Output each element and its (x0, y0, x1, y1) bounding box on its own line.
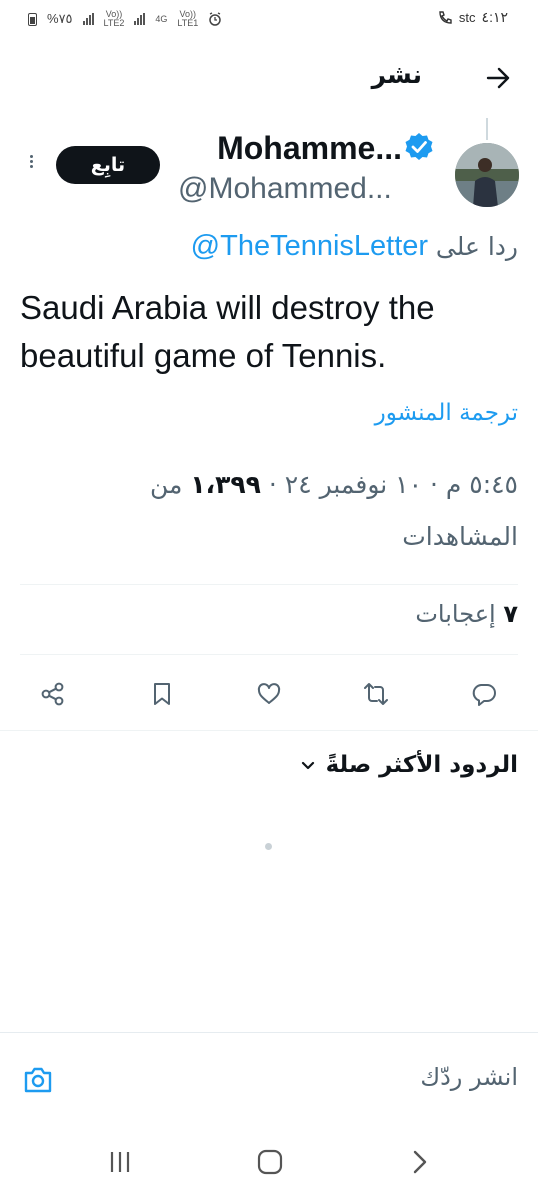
reply-mention-link[interactable]: @TheTennisLetter (191, 230, 428, 262)
sort-label: الردود الأكثر صلةً (325, 752, 518, 778)
views-label-2: المشاهدات (402, 522, 518, 551)
likes-stat[interactable]: ٧ إعجابات (415, 600, 518, 628)
avatar[interactable] (455, 143, 519, 207)
views-count: ١،٣٩٩ (190, 470, 261, 499)
author-name[interactable]: Mohamme... (217, 130, 402, 167)
verified-badge-icon (405, 133, 433, 160)
reply-context: ردا على @TheTennisLetter (0, 230, 518, 263)
action-bar (0, 674, 538, 714)
follow-button[interactable]: تابِع (56, 146, 160, 184)
divider (20, 584, 518, 585)
views-label-1: من (150, 470, 183, 499)
divider (20, 654, 518, 655)
alarm-icon (209, 12, 221, 26)
sim1-label: Vo)) LTE1 (177, 9, 199, 28)
carrier-name: stc (458, 10, 476, 25)
author-handle[interactable]: @Mohammed... (178, 172, 392, 206)
bookmark-icon[interactable] (146, 678, 178, 710)
wifi-call-icon (439, 10, 452, 24)
likes-label: إعجابات (415, 600, 496, 628)
arrow-right-icon[interactable] (484, 64, 512, 92)
status-left: %٧٥ Vo)) LTE2 4G Vo)) LTE1 (28, 10, 222, 28)
avatar-photo (455, 143, 519, 207)
status-bar: %٧٥ Vo)) LTE2 4G Vo)) LTE1 stc ٤:١٢ (0, 0, 538, 36)
loading-indicator (265, 843, 272, 850)
clock: ٤:١٢ (481, 9, 508, 25)
top-header: نشر (0, 48, 538, 112)
signal-icon (134, 13, 146, 25)
share-icon[interactable] (37, 678, 69, 710)
home-icon[interactable] (250, 1146, 290, 1178)
battery-icon (28, 12, 37, 26)
back-icon[interactable] (400, 1146, 440, 1178)
timestamp[interactable]: ٥:٤٥ م · ١٠ نوفمبر ٢٤ · (261, 470, 518, 499)
sim1-network: 4G (155, 13, 168, 24)
battery-level: %٧٥ (47, 11, 73, 26)
replies-sort-dropdown[interactable]: الردود الأكثر صلةً (300, 752, 518, 778)
tweet-meta: ٥:٤٥ م · ١٠ نوفمبر ٢٤ · ١،٣٩٩ من (150, 470, 518, 499)
chevron-down-icon (301, 761, 314, 770)
more-options-icon[interactable] (28, 153, 34, 177)
status-right: stc ٤:١٢ (437, 9, 508, 26)
camera-icon[interactable] (22, 1065, 54, 1095)
likes-count: ٧ (503, 600, 518, 628)
divider (0, 730, 538, 731)
retweet-icon[interactable] (360, 678, 392, 710)
recent-apps-icon[interactable] (100, 1146, 140, 1178)
page-title: نشر (371, 60, 422, 89)
reply-prefix: ردا على (435, 232, 518, 261)
like-icon[interactable] (253, 678, 285, 710)
tweet-text: Saudi Arabia will destroy the beautiful … (20, 289, 435, 374)
reply-composer: انشر ردّك (0, 1032, 538, 1124)
signal-icon (82, 13, 94, 25)
translate-post-link[interactable]: ترجمة المنشور (375, 400, 518, 426)
reply-icon[interactable] (468, 678, 500, 710)
thread-connector (486, 118, 488, 140)
sim2-label: Vo)) LTE2 (103, 9, 125, 28)
system-nav-bar (0, 1124, 538, 1200)
reply-input[interactable]: انشر ردّك (420, 1063, 518, 1091)
